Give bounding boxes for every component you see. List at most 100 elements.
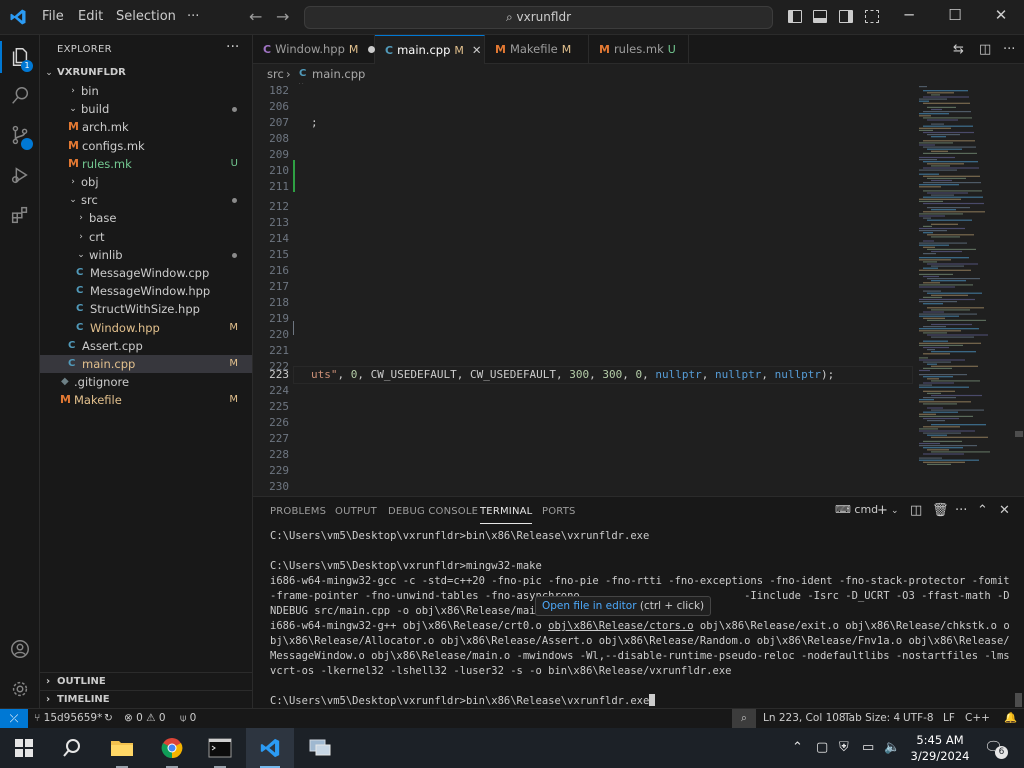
tree-item[interactable]: C StructWithSize.hpp [40, 300, 252, 318]
problems-indicator[interactable]: ⊗ 0 ⚠ 0 [124, 709, 166, 728]
tab-main-cpp[interactable]: Cmain.cpp M ✕ [375, 35, 485, 64]
menu-selection[interactable]: Selection [116, 9, 176, 24]
panel-more-icon[interactable]: ··· [955, 503, 967, 518]
panel-tab-ports[interactable]: PORTS [542, 506, 576, 517]
remote-indicator-icon[interactable]: ⤫ [0, 709, 28, 729]
tree-item[interactable]: March.mk [40, 118, 252, 136]
toggle-panel-icon[interactable] [813, 10, 827, 23]
encoding[interactable]: UTF-8 [903, 709, 934, 728]
taskbar-vscode[interactable] [246, 728, 294, 768]
breadcrumb-file[interactable]: main.cpp [312, 64, 365, 84]
tree-item[interactable]: ⌄ winlib [40, 246, 252, 264]
outline-section[interactable]: › OUTLINE [40, 672, 252, 691]
breadcrumb-folder[interactable]: src [267, 64, 284, 84]
tree-item[interactable]: Mrules.mk U [40, 155, 252, 173]
ports-indicator[interactable]: ⍦ 0 [180, 709, 196, 728]
workspace-root[interactable]: ⌄ VXRUNFLDR [40, 64, 252, 82]
new-terminal-plus-icon[interactable]: + [877, 503, 888, 518]
volume-icon[interactable]: 🔈 [884, 740, 900, 755]
panel-tab-terminal[interactable]: TERMINAL [480, 506, 533, 524]
terminal-scrollbar-thumb[interactable] [1015, 693, 1022, 707]
scrollbar-thumb[interactable] [1015, 431, 1023, 437]
minimap[interactable] [913, 84, 1011, 496]
maximize-button[interactable]: ☐ [932, 6, 978, 24]
taskbar-search-button[interactable] [48, 728, 96, 768]
customize-layout-icon[interactable] [865, 10, 879, 23]
taskbar-file-explorer[interactable] [98, 728, 146, 768]
code-editor[interactable]: 182 206 207 208 209 210 211 212 213 214 215 216 217 2… [253, 84, 1024, 496]
tray-security-icon[interactable]: ⛨ [839, 740, 849, 755]
tab-rules-mk[interactable]: Mrules.mk U [589, 35, 689, 64]
terminal-output[interactable]: C:\Users\vm5\Desktop\vxrunfldr>bin\x86\R… [270, 529, 1014, 709]
toggle-secondary-sidebar-icon[interactable] [839, 10, 853, 23]
tab-window-hpp[interactable]: C Window.hpp M [253, 35, 376, 64]
taskbar-network-app[interactable] [296, 728, 344, 768]
tree-item[interactable]: › crt [40, 228, 252, 246]
tree-item[interactable]: › base [40, 209, 252, 227]
command-center-search[interactable]: ⌕ vxrunfldr [304, 6, 773, 29]
tree-item[interactable]: Mconfigs.mk [40, 137, 252, 155]
manage-activity[interactable] [0, 669, 40, 709]
tooltip-link[interactable]: Open file in editor [542, 600, 637, 612]
compare-changes-icon[interactable]: ⇆ [953, 42, 964, 57]
close-icon[interactable]: ✕ [472, 43, 482, 57]
panel-tab-output[interactable]: OUTPUT [335, 506, 377, 517]
panel-tab-debug-console[interactable]: DEBUG CONSOLE [388, 506, 478, 517]
tab-size[interactable]: Tab Size: 4 [844, 709, 900, 728]
tab-makefile[interactable]: M Makefile M [485, 35, 589, 64]
tree-item[interactable]: C MessageWindow.cpp [40, 264, 252, 282]
git-branch[interactable]: ⑂ 15d95659* [34, 709, 102, 728]
tree-item[interactable]: › bin [40, 82, 252, 100]
run-debug-activity[interactable] [0, 155, 40, 195]
menu-file[interactable]: File [42, 9, 64, 24]
toggle-primary-sidebar-icon[interactable] [788, 10, 802, 23]
back-arrow-icon[interactable]: ← [249, 7, 262, 26]
menu-edit[interactable]: Edit [78, 9, 103, 24]
sync-icon[interactable]: ↻ [104, 709, 113, 728]
more-actions-icon[interactable]: ··· [1003, 42, 1015, 57]
chevron-down-icon[interactable]: ⌄ [891, 506, 899, 516]
show-hidden-icons-chevron-up-icon[interactable]: ⌃ [792, 740, 803, 755]
explorer-activity[interactable]: 1 [0, 37, 40, 77]
search-activity[interactable] [0, 76, 40, 116]
forward-arrow-icon[interactable]: → [276, 7, 289, 26]
panel-tab-problems[interactable]: PROBLEMS [270, 506, 326, 517]
tree-item[interactable]: C MessageWindow.hpp [40, 282, 252, 300]
close-button[interactable]: ✕ [978, 6, 1024, 24]
explorer-more-button[interactable]: ··· [226, 39, 239, 55]
tree-item[interactable]: C Assert.cpp [40, 337, 252, 355]
tree-item[interactable]: ⌄ build [40, 100, 252, 118]
notifications-bell-icon[interactable]: 🔔 [1004, 709, 1017, 728]
split-terminal-icon[interactable]: ◫ [910, 503, 922, 518]
tree-item[interactable]: ◆ .gitignore [40, 373, 252, 391]
tree-item[interactable]: Cmain.cpp M [40, 355, 252, 373]
cursor-position[interactable]: Ln 223, Col 108 [763, 709, 846, 728]
kill-terminal-trash-icon[interactable]: 🗑 [932, 503, 949, 518]
system-clock[interactable]: 5:45 AM 3/29/2024 [904, 732, 976, 764]
tree-item[interactable]: C Window.hpp M [40, 319, 252, 337]
split-editor-icon[interactable]: ◫ [979, 42, 991, 57]
tree-item[interactable]: M Makefile M [40, 391, 252, 409]
extensions-activity[interactable] [0, 195, 40, 235]
maximize-panel-icon[interactable]: ⌃ [977, 503, 988, 518]
tree-item[interactable]: ⌄ src [40, 191, 252, 209]
close-panel-icon[interactable]: ✕ [999, 503, 1010, 518]
timeline-section[interactable]: › TIMELINE [40, 690, 252, 709]
taskbar-chrome[interactable] [148, 728, 196, 768]
editor-scrollbar[interactable] [1013, 84, 1024, 496]
taskbar-terminal[interactable] [196, 728, 244, 768]
language-mode[interactable]: C++ [965, 709, 990, 728]
network-icon[interactable]: ▭ [862, 740, 874, 755]
source-control-activity[interactable] [0, 115, 40, 155]
tray-app-icon[interactable]: ▢ [816, 740, 828, 755]
zoom-icon[interactable]: ⌕ [732, 709, 756, 729]
start-button[interactable] [0, 728, 48, 768]
terminal-shell-selector[interactable]: ⌨ cmd [835, 503, 878, 516]
terminal-prompt-line[interactable]: C:\Users\vm5\Desktop\vxrunfldr>bin\x86\R… [270, 694, 1014, 709]
accounts-activity[interactable] [0, 629, 40, 669]
end-of-line[interactable]: LF [943, 709, 955, 728]
minimize-button[interactable]: ─ [886, 6, 932, 24]
terminal-file-link[interactable]: obj\x86\Release/ctors.o [548, 620, 693, 632]
menu-more[interactable]: ··· [187, 9, 199, 24]
tree-item[interactable]: › obj [40, 173, 252, 191]
